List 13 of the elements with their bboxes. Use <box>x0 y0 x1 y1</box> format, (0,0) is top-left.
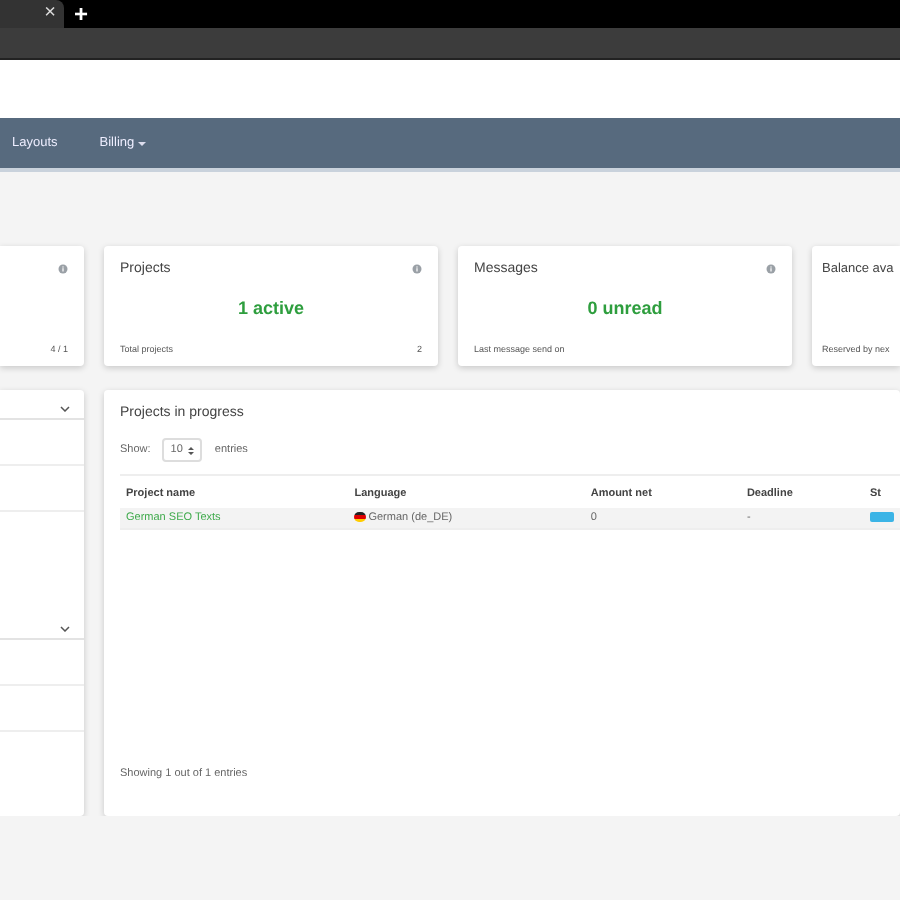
chevron-icon[interactable] <box>60 626 70 632</box>
close-icon[interactable]: × <box>44 4 56 24</box>
info-icon[interactable] <box>412 263 422 273</box>
info-icon[interactable] <box>766 263 776 273</box>
sort-arrows-icon[interactable] <box>188 445 195 455</box>
info-icon[interactable] <box>58 263 68 273</box>
flag-icon <box>354 512 367 522</box>
stat-value: 1 active <box>237 298 305 318</box>
status-badge <box>870 512 894 523</box>
chevron-icon[interactable] <box>60 406 70 412</box>
new-tab-icon[interactable]: + <box>74 0 89 28</box>
browser-tab[interactable]: × <box>0 0 64 28</box>
stat-value: 0 unread <box>587 298 663 318</box>
